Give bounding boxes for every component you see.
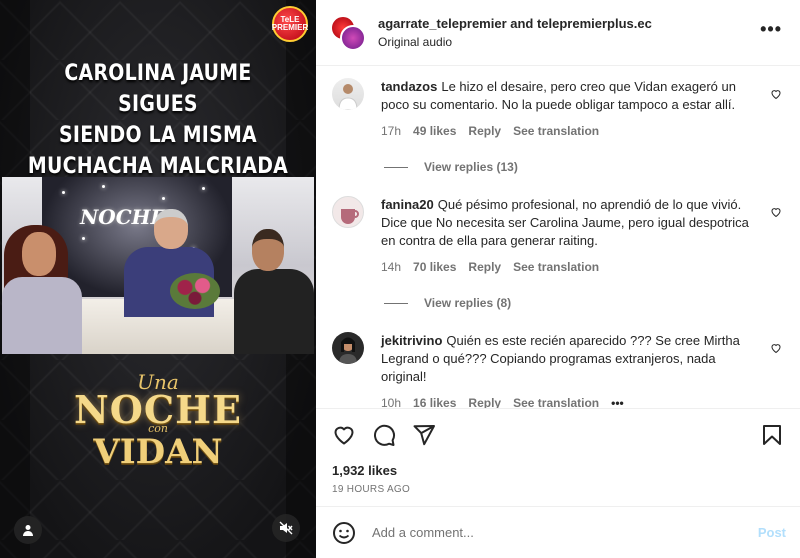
likes-count[interactable]: 1,932 likes [332,463,784,478]
guest-body [2,277,82,354]
emoji-icon[interactable] [332,521,356,545]
video-caption: CAROLINA JAUME SIGUES SIENDO LA MISMA MU… [0,58,316,182]
avatar[interactable] [340,24,366,51]
show-logo: Una NOCHE con VIDAN [40,372,276,472]
tagged-users-button[interactable] [14,516,42,544]
guest-face [22,232,56,276]
collab-avatars[interactable] [330,14,366,51]
comment-username[interactable]: fanina20 [381,197,434,212]
post-header: agarrate_telepremier and telepremierplus… [316,0,800,66]
comment-time[interactable]: 14h [381,258,401,276]
view-replies-button[interactable]: View replies (13) [384,160,784,174]
caption-line: SIENDO LA MISMA [59,123,257,148]
video-scene: NOCHE [2,177,314,354]
view-replies-label: View replies (8) [424,296,512,310]
comment-item: jekitrivino Quién es este recién aparecid… [332,310,784,408]
comment-item: fanina20 Qué pésimo profesional, no apren… [332,174,784,276]
heart-icon[interactable] [770,342,782,354]
heart-icon[interactable] [770,88,782,100]
avatar[interactable] [332,196,364,228]
avatar[interactable] [332,332,364,364]
comment-composer: Post [316,506,800,558]
comment-username[interactable]: tandazos [381,79,437,94]
guest2-head [252,229,284,271]
more-options-button[interactable]: ••• [760,20,782,38]
user-icon [23,525,33,536]
reply-button[interactable]: Reply [468,394,501,408]
avatar[interactable] [332,78,364,110]
reply-button[interactable]: Reply [468,122,501,140]
guest2-body [234,269,314,354]
heart-icon[interactable] [770,206,782,218]
post-timestamp[interactable]: 19 HOURS AGO [332,484,784,495]
post-comment-button[interactable]: Post [758,525,786,540]
comment-likes[interactable]: 70 likes [413,258,456,276]
post-viewer: TeLE PREMIER CAROLINA JAUME SIGUES SIEND… [0,0,800,558]
comment-text: Qué pésimo profesional, no aprendió de l… [381,197,749,248]
view-replies-label: View replies (13) [424,160,518,174]
post-actions: 1,932 likes 19 HOURS AGO [316,408,800,506]
show-logo-vidan: VIDAN [93,432,223,472]
see-translation-link[interactable]: See translation [513,258,599,276]
caption-line: CAROLINA JAUME SIGUES [64,61,252,117]
comment-username[interactable]: jekitrivino [381,333,442,348]
post-authors[interactable]: agarrate_telepremier and telepremierplus… [378,16,652,32]
channel-logo: TeLE PREMIER [272,6,308,42]
audio-link[interactable]: Original audio [378,34,652,50]
see-translation-link[interactable]: See translation [513,394,599,408]
set-logo: NOCHE [80,205,166,229]
comment-likes[interactable]: 16 likes [413,394,456,408]
comment-input[interactable] [372,525,750,540]
comment-likes[interactable]: 49 likes [413,122,456,140]
flower-centerpiece [170,273,220,309]
comment-time[interactable]: 10h [381,394,401,408]
reply-button[interactable]: Reply [468,258,501,276]
comment-time[interactable]: 17h [381,122,401,140]
post-video[interactable]: TeLE PREMIER CAROLINA JAUME SIGUES SIEND… [0,0,316,558]
comment-item: tandazos Le hizo el desaire, pero creo qu… [332,66,784,140]
comments-list[interactable]: tandazos Le hizo el desaire, pero creo qu… [316,66,800,408]
see-translation-link[interactable]: See translation [513,122,599,140]
channel-logo-text: TeLE PREMIER [271,15,309,32]
post-side-panel: agarrate_telepremier and telepremierplus… [316,0,800,558]
host-head [154,209,188,249]
like-heart-icon[interactable] [332,423,356,447]
bookmark-icon[interactable] [760,423,784,447]
share-plane-icon[interactable] [412,423,436,447]
speaker-muted-icon [279,521,293,535]
comment-more-button[interactable]: ••• [611,394,624,408]
mute-button[interactable] [272,514,300,542]
view-replies-button[interactable]: View replies (8) [384,296,784,310]
comment-bubble-icon[interactable] [372,423,396,447]
action-icons [332,409,784,461]
